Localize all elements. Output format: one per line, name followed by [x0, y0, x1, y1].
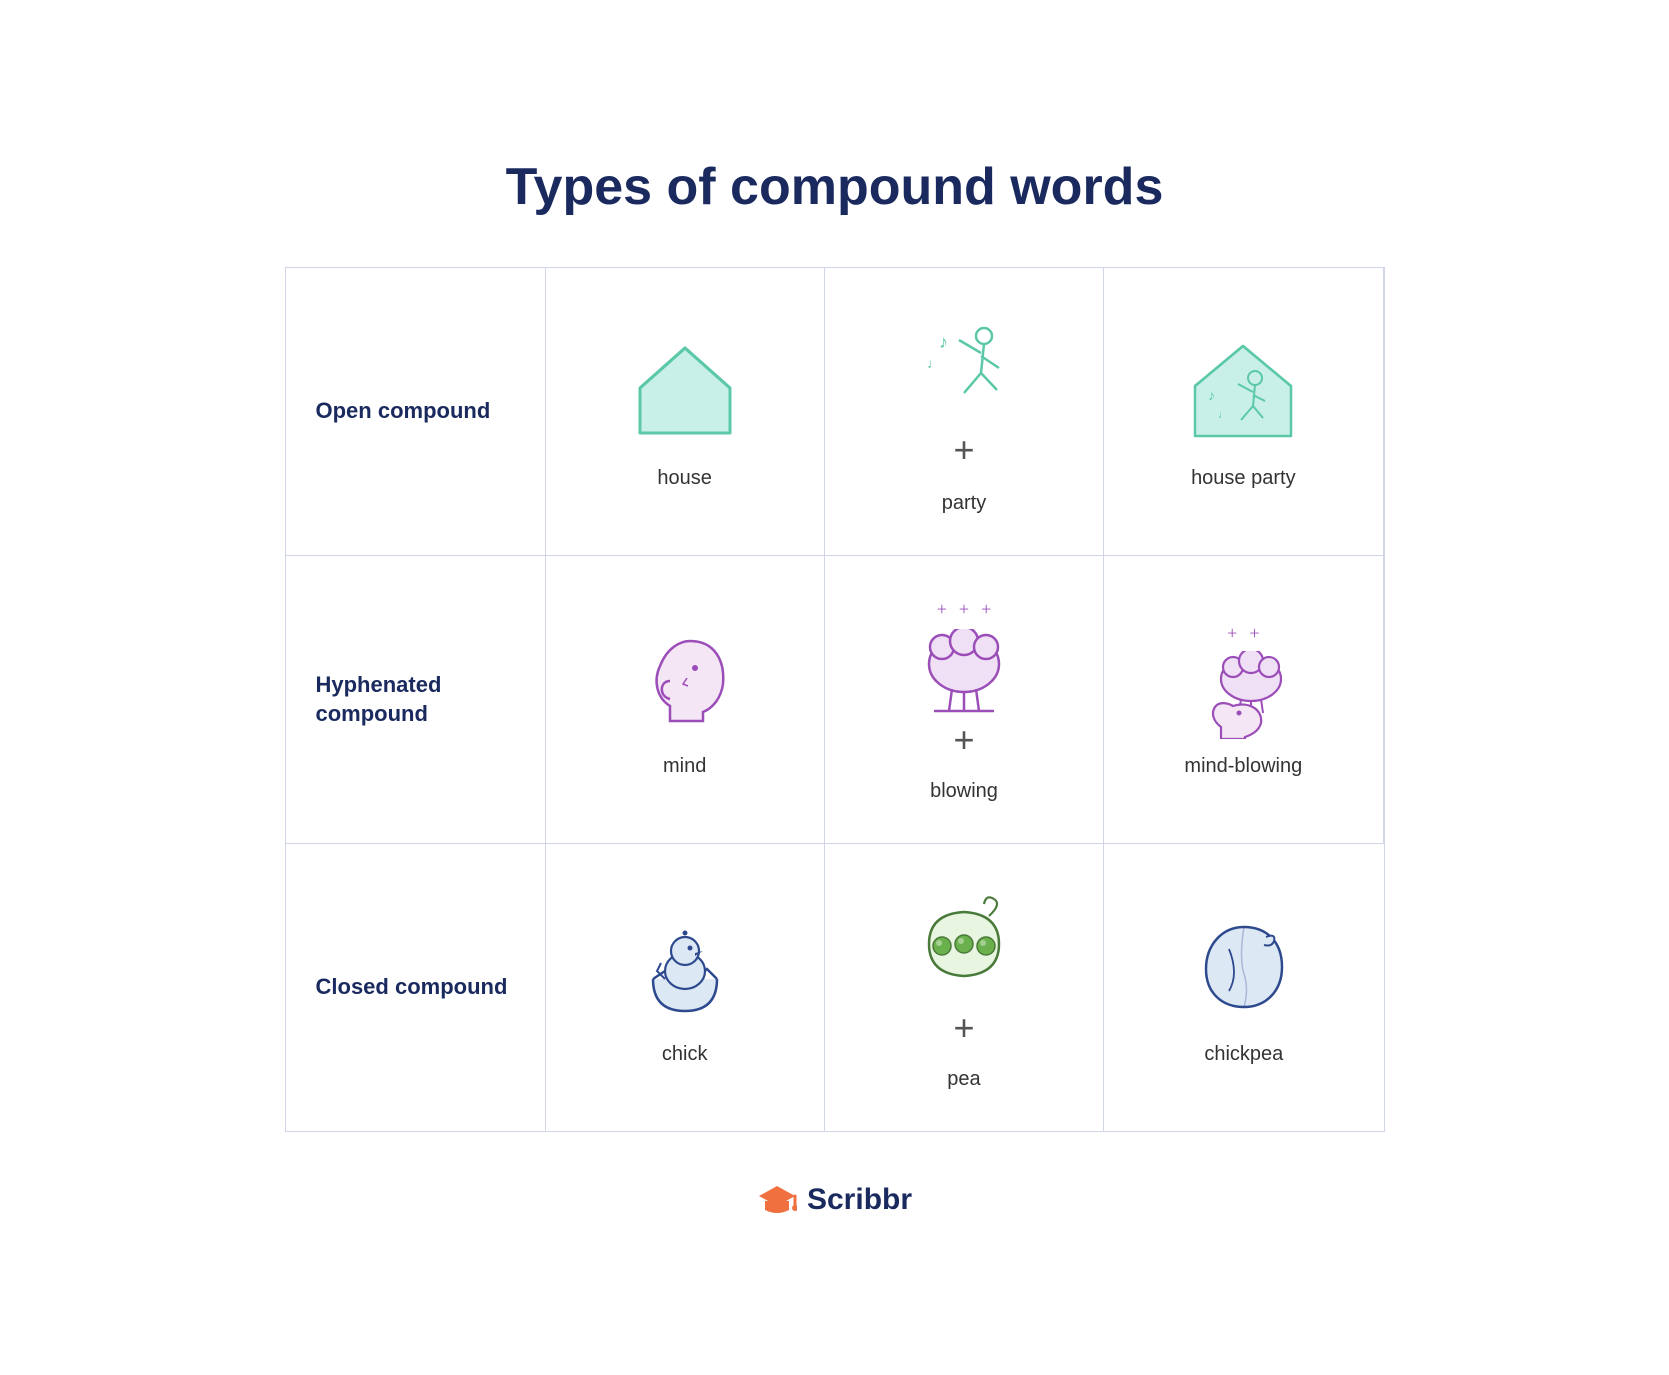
cell-mind: mind — [546, 556, 825, 844]
pea-icon — [914, 884, 1014, 1004]
party-label: party — [942, 492, 986, 515]
scribbr-logo: Scribbr — [757, 1182, 912, 1218]
cell-house-party: ♪ ♩ house party — [1104, 268, 1383, 556]
cell-chickpea: chickpea — [1104, 844, 1383, 1131]
mind-label: mind — [663, 755, 706, 778]
hyphenated-compound-label: Hyphenated compound — [316, 671, 515, 728]
plus-hyphenated: + — [953, 719, 974, 760]
svg-text:♪: ♪ — [939, 332, 948, 352]
plus-open: + — [953, 432, 974, 468]
page-title: Types of compound words — [285, 157, 1385, 217]
svg-text:♪: ♪ — [1208, 389, 1215, 404]
label-hyphenated-compound: Hyphenated compound — [286, 556, 546, 844]
brand-name: Scribbr — [807, 1183, 912, 1217]
cell-mind-blowing: ++ — [1104, 556, 1383, 844]
page-container: Types of compound words Open compound ho… — [285, 157, 1385, 1218]
footer: Scribbr — [285, 1182, 1385, 1218]
mind-blowing-label: mind-blowing — [1184, 755, 1302, 778]
compound-words-grid: Open compound house — [285, 267, 1385, 1132]
closed-compound-label: Closed compound — [316, 973, 508, 1002]
house-icon — [630, 333, 740, 453]
cell-blowing: +++ — [825, 556, 1104, 844]
cell-pea: + pea — [825, 844, 1104, 1131]
cell-chick: chick — [546, 844, 825, 1131]
chickpea-icon — [1194, 909, 1294, 1029]
open-compound-label: Open compound — [316, 397, 491, 426]
party-icon: ♪ ♩ — [909, 308, 1019, 428]
mind-blowing-icon: ++ — [1183, 621, 1303, 741]
house-label: house — [657, 467, 712, 490]
label-open-compound: Open compound — [286, 268, 546, 556]
svg-text:♩: ♩ — [1218, 409, 1229, 421]
cell-party: ♪ ♩ + party — [825, 268, 1104, 556]
cell-house: house — [546, 268, 825, 556]
plus-closed: + — [953, 1007, 974, 1048]
label-closed-compound: Closed compound — [286, 844, 546, 1131]
chick-icon — [635, 909, 735, 1029]
house-party-icon: ♪ ♩ — [1183, 333, 1303, 453]
blowing-label: blowing — [930, 780, 998, 803]
house-party-label: house party — [1191, 467, 1296, 490]
mind-icon — [635, 621, 735, 741]
blowing-icon: +++ — [914, 596, 1014, 716]
pea-label: pea — [947, 1068, 980, 1091]
svg-text:♩: ♩ — [927, 357, 941, 372]
chickpea-label: chickpea — [1204, 1043, 1283, 1066]
chick-label: chick — [662, 1043, 708, 1066]
